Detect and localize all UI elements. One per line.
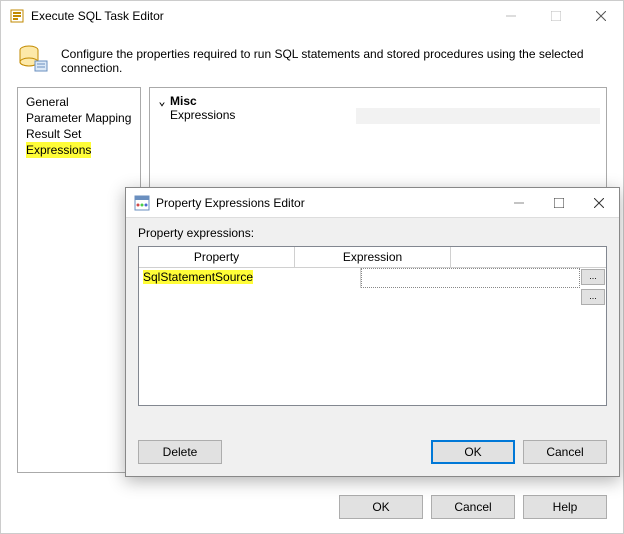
main-window-controls (488, 1, 623, 31)
property-cell[interactable]: SqlStatementSource (139, 268, 361, 288)
misc-section-label: Misc (170, 94, 197, 108)
sidebar: General Parameter Mapping Result Set Exp… (17, 87, 141, 473)
main-button-bar: OK Cancel Help (1, 485, 623, 533)
property-expressions-dialog: Property Expressions Editor Property exp… (125, 187, 620, 477)
main-title: Execute SQL Task Editor (31, 9, 488, 23)
expressions-table: Property Expression SqlStatementSource .… (138, 246, 607, 406)
dialog-maximize-button[interactable] (539, 188, 579, 217)
misc-section-header[interactable]: ⌄ Misc (150, 94, 606, 108)
main-titlebar: Execute SQL Task Editor (1, 1, 623, 31)
dialog-titlebar: Property Expressions Editor (126, 188, 619, 218)
expressions-row[interactable]: Expressions (150, 108, 606, 124)
expression-input[interactable] (364, 271, 577, 285)
dialog-ok-button[interactable]: OK (431, 440, 515, 464)
button-spacer (230, 440, 423, 464)
expressions-label: Expressions (156, 108, 356, 124)
empty-spacer (139, 288, 580, 306)
sidebar-item-expressions[interactable]: Expressions (26, 142, 91, 158)
dialog-button-bar: Delete OK Cancel (126, 432, 619, 476)
table-row-empty: ... (139, 288, 606, 306)
sidebar-item-general[interactable]: General (26, 94, 132, 110)
expression-cell[interactable] (361, 268, 580, 288)
close-button[interactable] (578, 1, 623, 31)
expression-browse-button-2[interactable]: ... (581, 289, 605, 305)
dialog-body: Property expressions: Property Expressio… (126, 218, 619, 432)
dialog-minimize-button[interactable] (499, 188, 539, 217)
description-area: Configure the properties required to run… (1, 31, 623, 87)
header-property[interactable]: Property (139, 247, 295, 267)
ok-button[interactable]: OK (339, 495, 423, 519)
dialog-title: Property Expressions Editor (156, 196, 499, 210)
sidebar-item-parameter-mapping[interactable]: Parameter Mapping (26, 110, 132, 126)
header-expression[interactable]: Expression (295, 247, 451, 267)
dialog-cancel-button[interactable]: Cancel (523, 440, 607, 464)
dialog-window-controls (499, 188, 619, 217)
description-text: Configure the properties required to run… (61, 43, 607, 75)
expression-browse-button[interactable]: ... (581, 269, 605, 285)
task-icon (9, 8, 25, 24)
editor-icon (134, 195, 150, 211)
property-value: SqlStatementSource (143, 270, 253, 284)
property-expressions-label: Property expressions: (138, 226, 607, 240)
table-header-row: Property Expression (139, 247, 606, 268)
chevron-down-icon: ⌄ (156, 94, 168, 108)
table-row[interactable]: SqlStatementSource ... (139, 268, 606, 288)
header-spacer (451, 247, 606, 267)
dialog-close-button[interactable] (579, 188, 619, 217)
delete-button[interactable]: Delete (138, 440, 222, 464)
expressions-value[interactable] (356, 108, 600, 124)
sidebar-item-result-set[interactable]: Result Set (26, 126, 132, 142)
cancel-button[interactable]: Cancel (431, 495, 515, 519)
minimize-button[interactable] (488, 1, 533, 31)
sql-task-icon (17, 43, 49, 75)
help-button[interactable]: Help (523, 495, 607, 519)
maximize-button[interactable] (533, 1, 578, 31)
